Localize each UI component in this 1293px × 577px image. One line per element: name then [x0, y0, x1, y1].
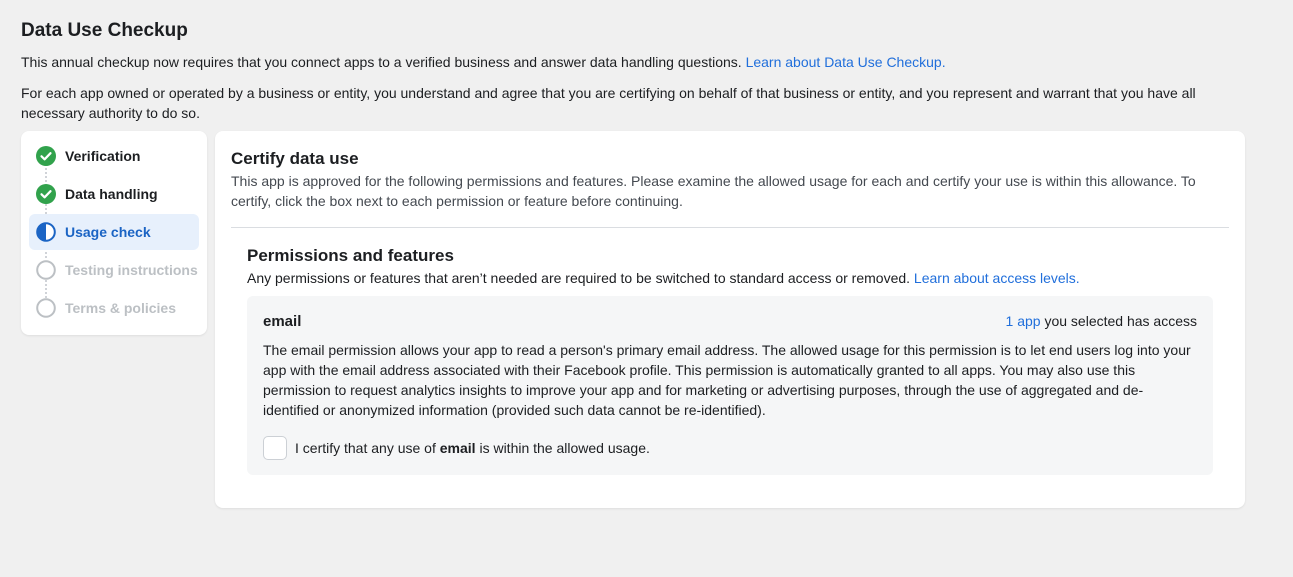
- certify-label: I certify that any use of email is withi…: [295, 440, 650, 456]
- certify-card: Certify data use This app is approved fo…: [215, 131, 1245, 508]
- permissions-title: Permissions and features: [247, 246, 454, 265]
- step-label: Terms & policies: [65, 300, 177, 316]
- step-usage-check[interactable]: Usage check: [29, 214, 199, 250]
- certify-checkbox-row[interactable]: I certify that any use of email is withi…: [263, 436, 650, 460]
- step-label: Testing instructions: [65, 262, 198, 278]
- page-title: Data Use Checkup: [21, 20, 188, 41]
- certify-prefix: I certify that any use of: [295, 440, 436, 456]
- empty-circle-icon: [36, 260, 56, 280]
- check-circle-icon: [36, 184, 56, 204]
- certify-description: This app is approved for the following p…: [231, 173, 1196, 209]
- progress-stepper: Verification Data handling Usage check T…: [21, 131, 207, 335]
- authority-text: For each app owned or operated by a busi…: [21, 85, 1196, 121]
- permission-name: email: [263, 313, 302, 330]
- step-data-handling[interactable]: Data handling: [29, 176, 199, 212]
- permission-item-email: email 1 app you selected has access The …: [247, 296, 1213, 475]
- certify-title: Certify data use: [231, 149, 359, 168]
- certify-permission-name: email: [439, 440, 476, 456]
- permissions-description-text: Any permissions or features that aren’t …: [247, 270, 911, 286]
- divider: [231, 227, 1229, 228]
- step-label: Data handling: [65, 186, 158, 202]
- permissions-description: Any permissions or features that aren’t …: [247, 268, 1227, 288]
- step-verification[interactable]: Verification: [29, 138, 199, 174]
- certify-checkbox[interactable]: [263, 436, 287, 460]
- learn-data-use-checkup-link[interactable]: Learn about Data Use Checkup.: [746, 54, 946, 70]
- app-count-link[interactable]: 1 app: [1006, 313, 1041, 329]
- intro-sentence: This annual checkup now requires that yo…: [21, 54, 742, 70]
- step-terms-policies[interactable]: Terms & policies: [29, 290, 199, 326]
- empty-circle-icon: [36, 298, 56, 318]
- half-circle-icon: [36, 222, 56, 242]
- access-text: you selected has access: [1044, 313, 1197, 329]
- step-label: Verification: [65, 148, 141, 164]
- step-label: Usage check: [65, 224, 151, 240]
- certify-suffix: is within the allowed usage.: [479, 440, 650, 456]
- intro-text: This annual checkup now requires that yo…: [21, 52, 1221, 72]
- learn-access-levels-link[interactable]: Learn about access levels.: [914, 270, 1080, 286]
- permission-description: The email permission allows your app to …: [263, 342, 1191, 418]
- check-circle-icon: [36, 146, 56, 166]
- data-use-checkup-page: Data Use Checkup This annual checkup now…: [0, 0, 1293, 577]
- step-testing-instructions[interactable]: Testing instructions: [29, 252, 199, 288]
- permission-access-info: 1 app you selected has access: [1006, 313, 1197, 329]
